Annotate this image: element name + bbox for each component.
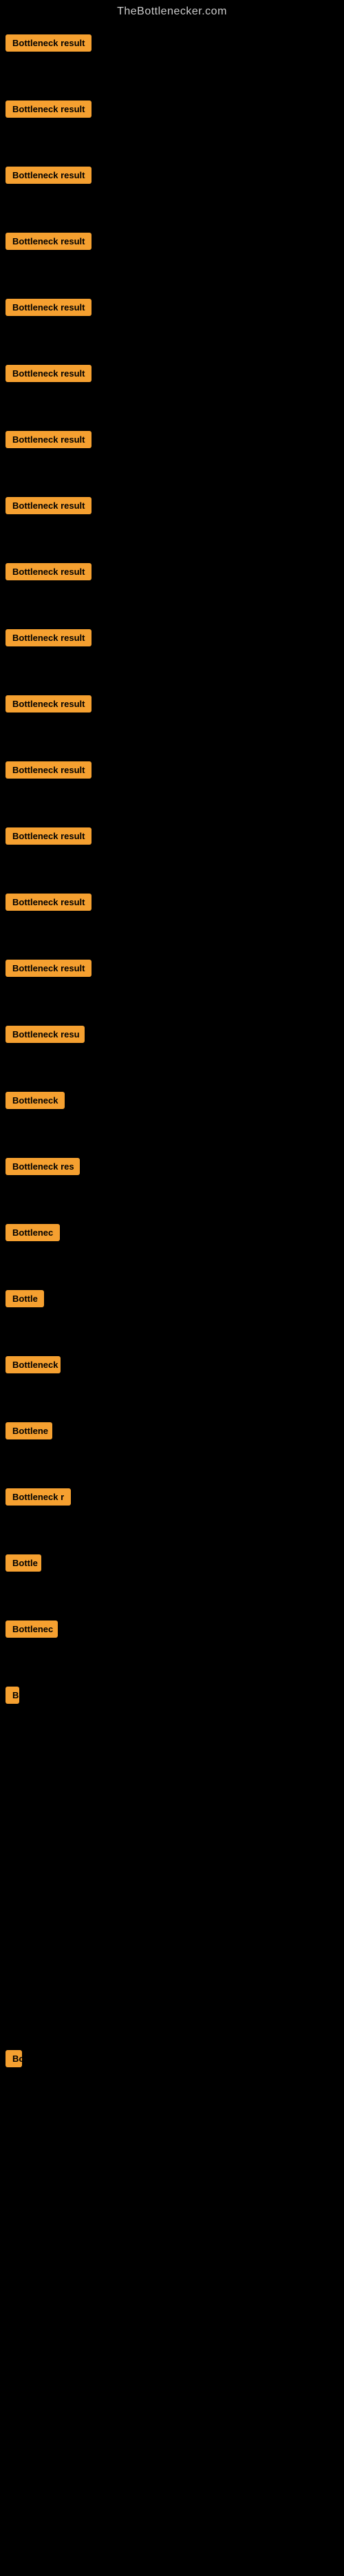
list-item: Bottleneck xyxy=(6,1086,338,1147)
list-item: Bottleneck result xyxy=(6,161,338,222)
bottleneck-badge[interactable]: Bottleneck result xyxy=(6,299,92,316)
bottleneck-badge[interactable]: Bottleneck result xyxy=(6,497,92,514)
bottleneck-badge[interactable]: Bottle xyxy=(6,1554,41,1572)
bottleneck-badge[interactable]: Bottleneck result xyxy=(6,233,92,250)
list-item xyxy=(6,2485,338,2568)
list-item: Bottleneck result xyxy=(6,822,338,883)
bottleneck-badge[interactable]: Bottleneck result xyxy=(6,431,92,448)
list-item: Bottleneck result xyxy=(6,293,338,354)
bottleneck-badge[interactable]: Bottleneck result xyxy=(6,34,92,52)
bottleneck-badge[interactable]: Bottleneck result xyxy=(6,761,92,779)
list-item xyxy=(6,1896,338,1965)
list-item: Bo xyxy=(6,2045,338,2127)
list-item xyxy=(6,2397,338,2480)
list-item: Bottlene xyxy=(6,1417,338,1477)
list-item xyxy=(6,2309,338,2392)
list-item: B xyxy=(6,1681,338,1742)
list-item: Bottleneck result xyxy=(6,29,338,89)
list-item xyxy=(6,1822,338,1890)
items-container: Bottleneck result Bottleneck result Bottle… xyxy=(0,26,344,2576)
list-item: Bottleneck result xyxy=(6,558,338,618)
bottleneck-badge[interactable]: Bottleneck result xyxy=(6,167,92,184)
list-item xyxy=(6,2133,338,2215)
bottleneck-badge[interactable]: Bottle xyxy=(6,1290,44,1307)
bottleneck-badge[interactable]: Bottleneck result xyxy=(6,101,92,118)
list-item: Bottleneck res xyxy=(6,1152,338,1213)
bottleneck-badge[interactable]: Bo xyxy=(6,2050,22,2067)
bottleneck-badge[interactable]: Bottleneck result xyxy=(6,960,92,977)
list-item: Bottleneck result xyxy=(6,954,338,1015)
list-item: Bottleneck result xyxy=(6,756,338,816)
list-item: Bottleneck r xyxy=(6,1483,338,1543)
bottleneck-badge[interactable]: Bottleneck r xyxy=(6,1488,71,1506)
site-header: TheBottlenecker.com xyxy=(0,0,344,26)
list-item xyxy=(6,2221,338,2303)
bottleneck-badge[interactable]: Bottleneck result xyxy=(6,563,92,580)
bottleneck-badge[interactable]: Bottleneck resu xyxy=(6,1026,85,1043)
bottleneck-badge[interactable]: Bottleneck result xyxy=(6,695,92,712)
list-item: Bottle xyxy=(6,1285,338,1345)
list-item: Bottleneck result xyxy=(6,690,338,750)
bottleneck-badge[interactable]: Bottleneck xyxy=(6,1092,65,1109)
site-title: TheBottlenecker.com xyxy=(0,0,344,26)
list-item: Bottleneck xyxy=(6,1351,338,1411)
bottleneck-badge[interactable]: Bottlenec xyxy=(6,1224,60,1241)
bottleneck-badge[interactable]: Bottleneck res xyxy=(6,1158,80,1175)
list-item: Bottlenec xyxy=(6,1218,338,1279)
bottleneck-badge[interactable]: Bottleneck result xyxy=(6,827,92,845)
bottleneck-badge[interactable]: Bottleneck xyxy=(6,1356,61,1373)
bottleneck-badge[interactable]: Bottlene xyxy=(6,1422,52,1439)
list-item: Bottleneck result xyxy=(6,624,338,684)
list-item: Bottleneck result xyxy=(6,425,338,486)
bottleneck-badge[interactable]: Bottlenec xyxy=(6,1620,58,1638)
list-item xyxy=(6,1970,338,2039)
list-item: Bottleneck result xyxy=(6,227,338,288)
bottleneck-badge[interactable]: Bottleneck result xyxy=(6,894,92,911)
list-item xyxy=(6,1747,338,1816)
list-item: Bottleneck resu xyxy=(6,1020,338,1081)
list-item: Bottleneck result xyxy=(6,492,338,552)
bottleneck-badge[interactable]: Bottleneck result xyxy=(6,365,92,382)
bottleneck-badge[interactable]: B xyxy=(6,1687,19,1704)
list-item: Bottleneck result xyxy=(6,888,338,949)
list-item: Bottlenec xyxy=(6,1615,338,1676)
list-item: Bottleneck result xyxy=(6,359,338,420)
list-item: Bottle xyxy=(6,1549,338,1609)
bottleneck-badge[interactable]: Bottleneck result xyxy=(6,629,92,646)
list-item: Bottleneck result xyxy=(6,95,338,156)
